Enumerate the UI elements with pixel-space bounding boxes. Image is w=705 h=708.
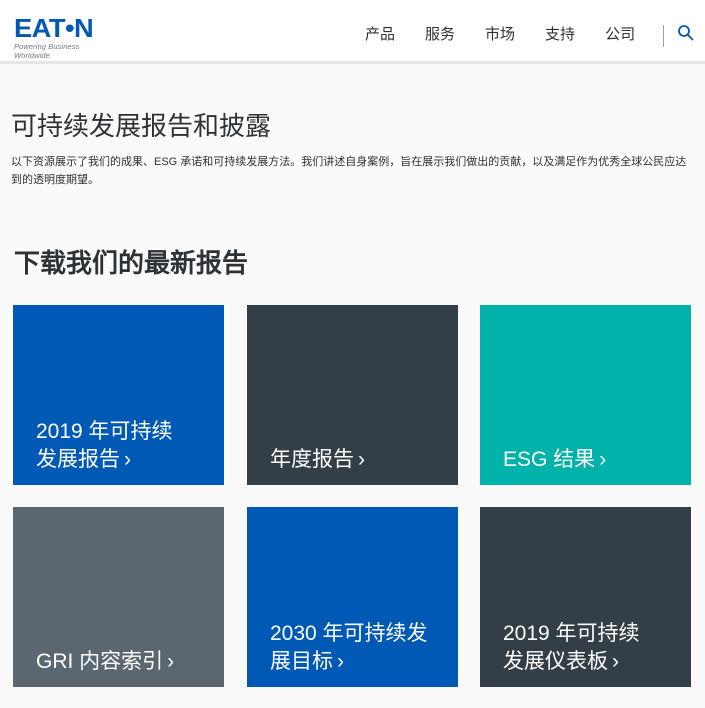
tile-esg-results[interactable]: ESG 结果 › [480,305,691,485]
tile-label: 2030 年可持续发 展目标 › [270,620,444,676]
page-title: 可持续发展报告和披露 [11,111,272,141]
tile-label: ESG 结果 › [503,446,677,474]
tile-2019-sustainability-report[interactable]: 2019 年可持续 发展报告 › [13,305,224,485]
tile-2030-sustainability-goals[interactable]: 2030 年可持续发 展目标 › [247,507,458,687]
nav-item-company[interactable]: 公司 [605,25,635,45]
tile-label: 2019 年可持续 发展报告 › [36,418,210,474]
chevron-right-icon: › [167,650,175,673]
section-title: 下载我们的最新报告 [14,248,249,278]
chevron-right-icon: › [337,650,344,673]
main-nav: 产品 服务 市场 支持 公司 [365,25,665,45]
nav-item-markets[interactable]: 市场 [485,25,515,45]
tile-label: 2019 年可持续 发展仪表板 › [503,620,677,676]
chevron-right-icon: › [612,650,619,673]
search-icon[interactable] [677,24,695,42]
logo-wordmark: EAT•N [14,13,94,43]
tile-label: 年度报告 › [270,446,444,474]
logo-tagline: Powering Business Worldwide [14,42,80,60]
nav-divider [663,25,664,47]
tile-annual-report[interactable]: 年度报告 › [247,305,458,485]
eaton-logo[interactable]: EAT•N Powering Business Worldwide [14,15,114,60]
tile-2019-sustainability-dashboard[interactable]: 2019 年可持续 发展仪表板 › [480,507,691,687]
chevron-right-icon: › [599,448,607,471]
chevron-right-icon: › [124,448,131,471]
page-description: 以下资源展示了我们的成果、ESG 承诺和可持续发展方法。我们讲述自身案例，旨在展… [11,156,687,186]
site-header: EAT•N Powering Business Worldwide 产品 服务 … [0,0,705,64]
nav-item-services[interactable]: 服务 [425,25,455,45]
nav-item-support[interactable]: 支持 [545,25,575,45]
tile-label: GRI 内容索引 › [36,648,210,676]
chevron-right-icon: › [358,448,365,471]
tile-gri-content-index[interactable]: GRI 内容索引 › [13,507,224,687]
nav-item-products[interactable]: 产品 [365,25,395,45]
